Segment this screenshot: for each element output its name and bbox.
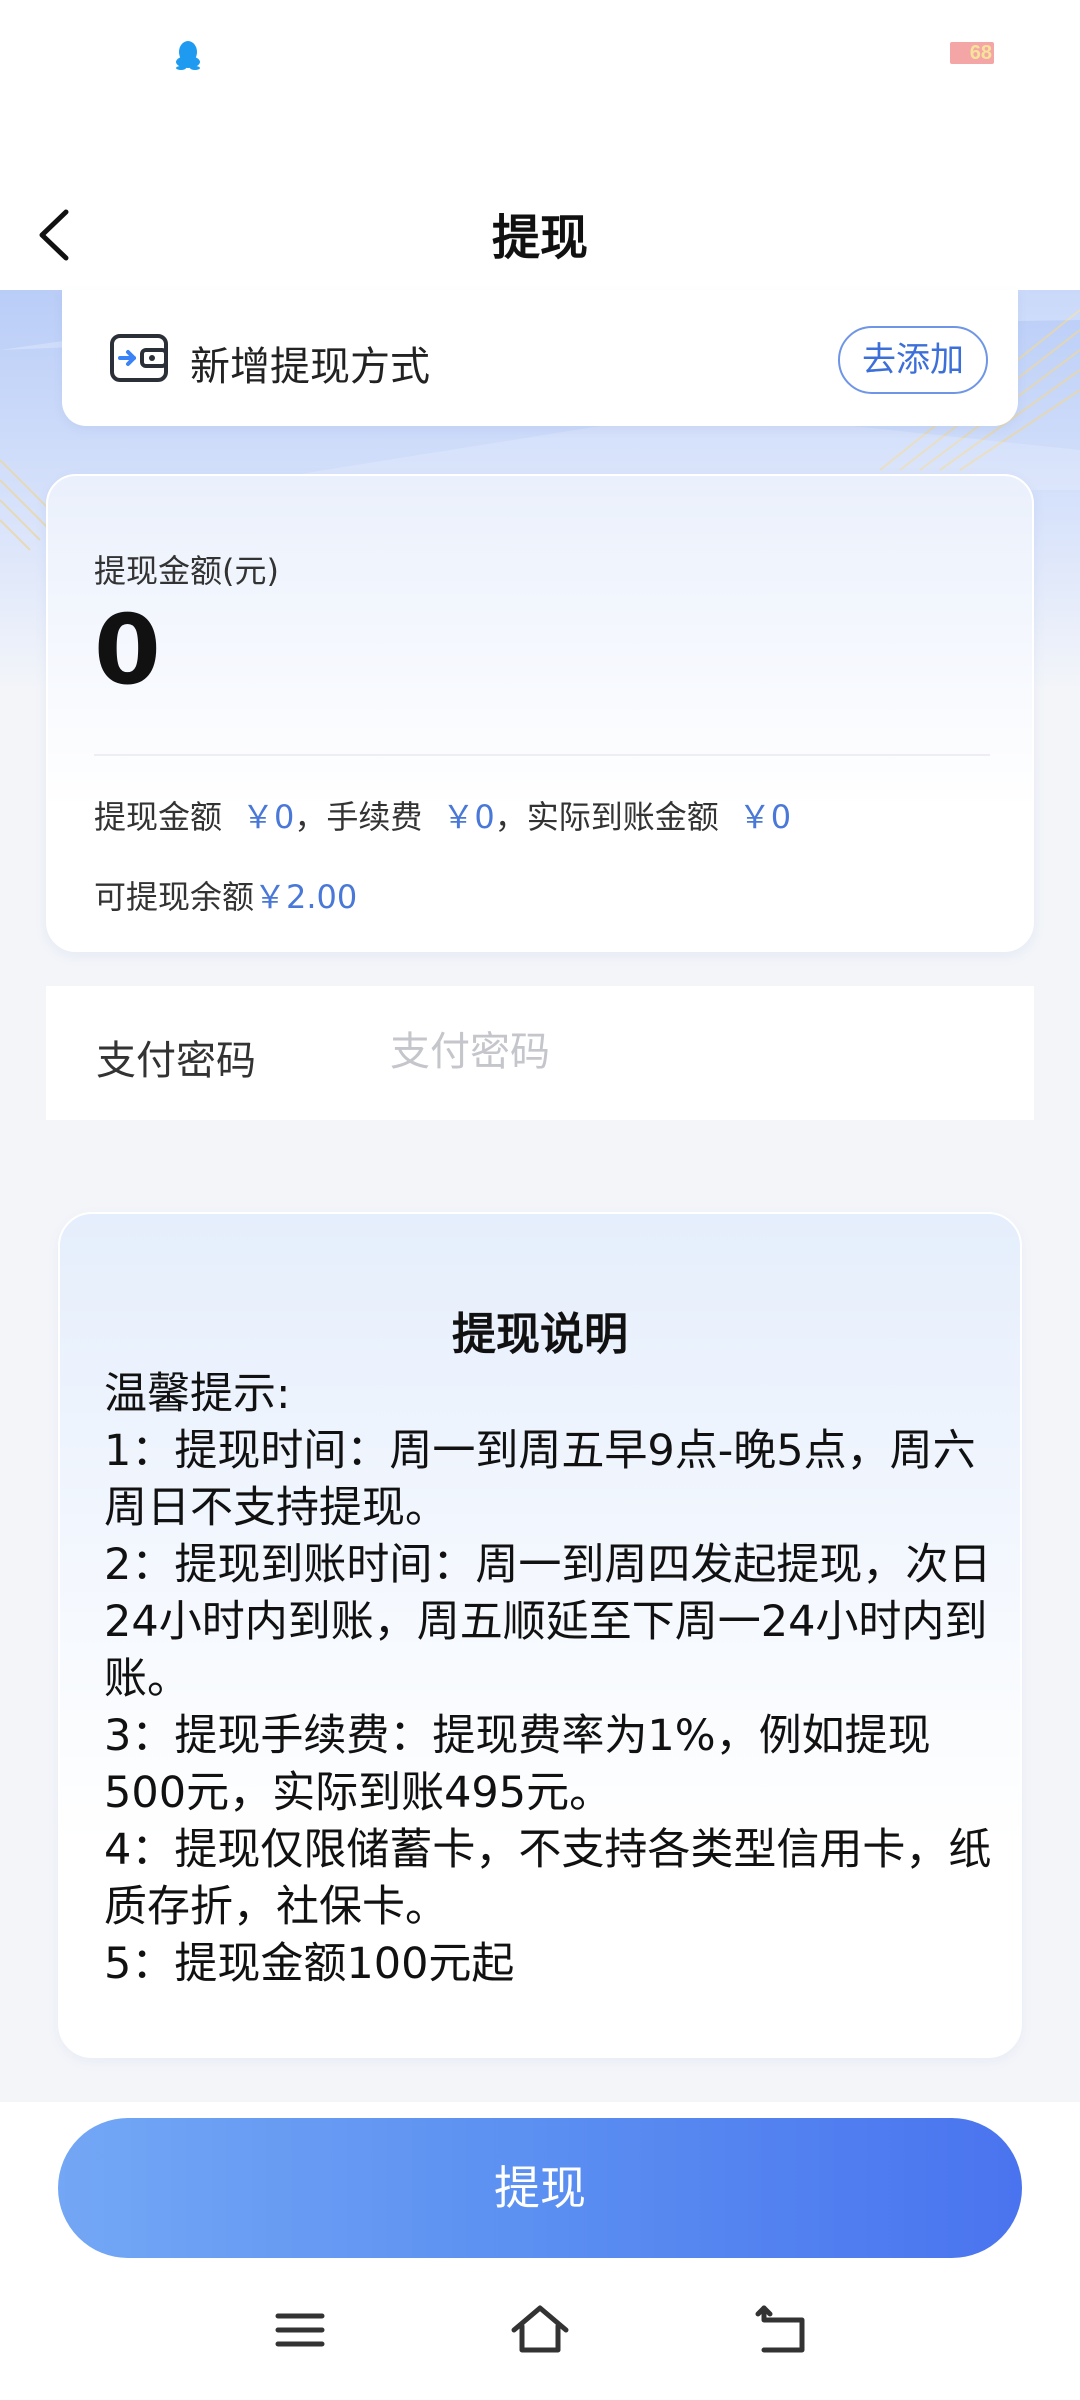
add-method-label: 新增提现方式	[190, 344, 430, 390]
page-title: 提现	[491, 210, 588, 266]
wallet-icon	[110, 334, 168, 382]
actual-amount-value: ￥0	[738, 798, 792, 836]
amount-input[interactable]: 0	[94, 594, 161, 706]
actual-amount-label: ，实际到账金额	[494, 798, 719, 836]
balance-label: 可提现余额	[94, 878, 255, 916]
info-line: 1：提现时间：周一到周五早9点-晚5点，周六周日不支持提现。	[104, 1426, 976, 1533]
withdraw-info-card: 提现说明 温馨提示: 1：提现时间：周一到周五早9点-晚5点，周六周日不支持提现…	[58, 1212, 1022, 2058]
info-line: 5：提现金额100元起	[104, 1939, 515, 1989]
fee-label: ，手续费	[294, 798, 423, 836]
balance-row: 可提现余额￥2.00	[94, 872, 357, 918]
password-input[interactable]	[390, 1016, 990, 1088]
info-line: 温馨提示:	[104, 1369, 291, 1419]
info-body: 温馨提示: 1：提现时间：周一到周五早9点-晚5点，周六周日不支持提现。 2：提…	[104, 1366, 1004, 1993]
qq-penguin-icon	[176, 41, 200, 70]
add-method-button[interactable]: 去添加	[838, 326, 988, 394]
withdraw-amount-label: 提现金额	[94, 798, 223, 836]
info-line: 2：提现到账时间：周一到周四发起提现，次日24小时内到账，周五顺延至下周一24小…	[104, 1540, 992, 1704]
info-line: 4：提现仅限储蓄卡，不支持各类型信用卡，纸质存折，社保卡。	[104, 1825, 992, 1932]
fee-summary-row: 提现金额 ￥0，手续费 ￥0，实际到账金额 ￥0	[94, 792, 791, 838]
amount-label: 提现金额(元)	[94, 552, 279, 590]
status-bar: 68	[0, 0, 1080, 110]
amount-card: 提现金额(元) 0 提现金额 ￥0，手续费 ￥0，实际到账金额 ￥0 可提现余额￥2.…	[46, 474, 1034, 952]
password-row: 支付密码	[46, 986, 1034, 1120]
nav-bar: 提现	[0, 110, 1080, 290]
back-icon[interactable]	[750, 2300, 810, 2360]
balance-value: ￥2.00	[254, 878, 358, 916]
withdraw-submit-button[interactable]: 提现	[58, 2118, 1022, 2258]
info-line: 3：提现手续费：提现费率为1%，例如提现500元，实际到账495元。	[104, 1711, 931, 1818]
divider	[94, 754, 990, 756]
home-icon[interactable]	[510, 2300, 570, 2360]
fee-value: ￥0	[442, 798, 495, 836]
add-withdraw-method-card[interactable]: 新增提现方式 去添加	[62, 290, 1018, 426]
menu-icon[interactable]	[270, 2300, 330, 2360]
battery-indicator: 68	[950, 42, 994, 64]
withdraw-amount-value: ￥0	[242, 798, 295, 836]
password-label: 支付密码	[96, 1038, 256, 1084]
info-title: 提现说明	[452, 1309, 628, 1360]
